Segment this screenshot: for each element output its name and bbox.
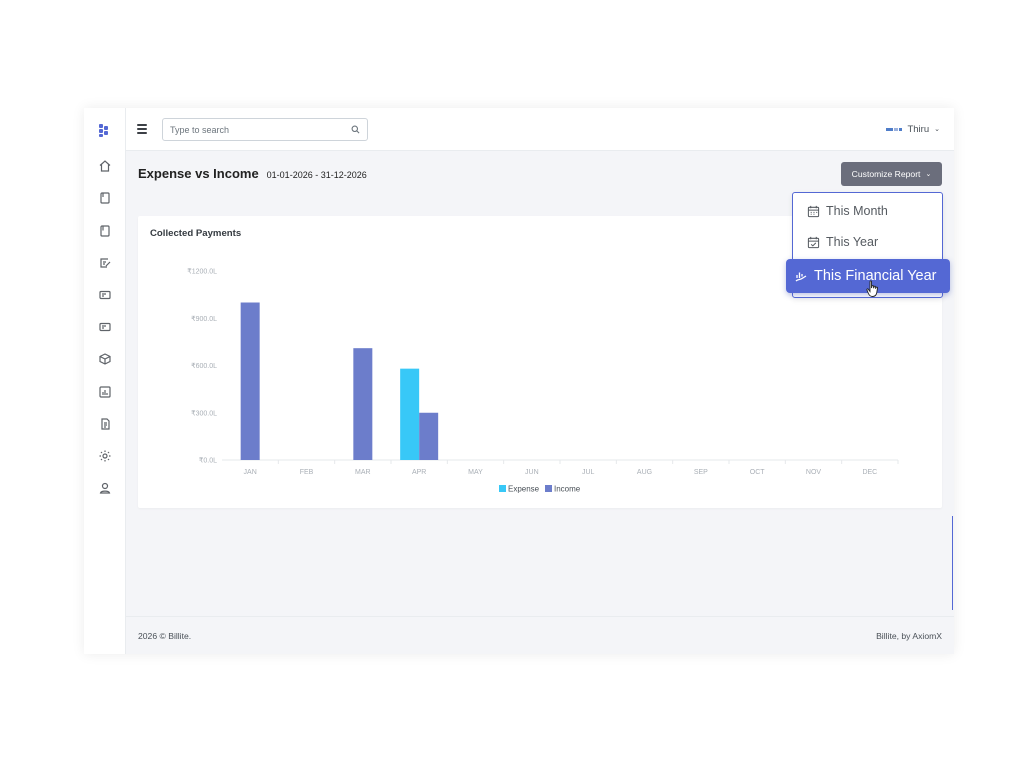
- y-tick-label: ₹300.0L: [191, 409, 217, 417]
- user-name: Thiru: [907, 123, 930, 135]
- bookmark-icon[interactable]: [98, 224, 112, 238]
- user-logo-icon: [886, 126, 903, 132]
- x-tick-label: JUL: [582, 469, 595, 476]
- search-icon[interactable]: [351, 125, 360, 134]
- x-tick-label: NOV: [806, 469, 822, 476]
- menu-toggle-icon[interactable]: [137, 124, 147, 134]
- edit-note-icon[interactable]: [98, 256, 112, 270]
- x-tick-label: DEC: [862, 469, 877, 476]
- calendar-icon: [807, 205, 820, 217]
- chevron-down-icon: ⌄: [925, 171, 932, 178]
- legend-label: Expense: [508, 485, 540, 494]
- chevron-down-icon: ⌄: [934, 126, 940, 133]
- user-icon[interactable]: [98, 481, 112, 495]
- footer: 2026 © Billite. Billite, by AxiomX: [126, 616, 954, 654]
- hand-cursor-icon: [866, 280, 878, 297]
- app-window: Thiru ⌄ Expense vs Income 01-01-2026 - 3…: [84, 108, 954, 654]
- card-icon[interactable]: [98, 288, 112, 302]
- search-box[interactable]: [162, 118, 368, 141]
- x-tick-label: MAR: [355, 469, 371, 476]
- x-tick-label: APR: [412, 469, 426, 476]
- search-input[interactable]: [163, 119, 343, 140]
- customize-report-label: Customize Report: [851, 169, 921, 179]
- app-logo[interactable]: [99, 124, 111, 137]
- book-icon[interactable]: [98, 191, 112, 205]
- x-tick-label: OCT: [750, 469, 766, 476]
- customize-report-button[interactable]: Customize Report ⌄: [841, 162, 942, 186]
- x-tick-label: AUG: [637, 469, 652, 476]
- bar-expense: [400, 368, 420, 460]
- y-tick-label: ₹1200.0L: [187, 268, 217, 276]
- dropdown-item-this-year[interactable]: This Year: [807, 235, 878, 249]
- box-icon[interactable]: [98, 352, 112, 366]
- dropdown-item-this-month[interactable]: This Month: [807, 204, 888, 218]
- x-tick-label: FEB: [300, 469, 314, 476]
- chart-icon[interactable]: [98, 385, 112, 399]
- bar-income: [353, 348, 373, 460]
- chart-hand-icon: [795, 272, 807, 282]
- bar-income: [419, 412, 439, 460]
- dropdown-item-label: This Year: [826, 235, 879, 249]
- y-tick-label: ₹600.0L: [191, 362, 217, 370]
- topbar: Thiru ⌄: [126, 108, 954, 151]
- page-header: Expense vs Income 01-01-2026 - 31-12-202…: [138, 166, 367, 181]
- bar-income: [240, 302, 260, 460]
- calendar-check-icon: [807, 236, 820, 248]
- user-menu[interactable]: Thiru ⌄: [886, 122, 940, 136]
- y-tick-label: ₹0.0L: [199, 457, 217, 465]
- legend-swatch: [499, 485, 506, 492]
- x-tick-label: MAY: [468, 469, 483, 476]
- date-range: 01-01-2026 - 31-12-2026: [266, 170, 367, 180]
- scrollbar[interactable]: [952, 516, 953, 610]
- card-alt-icon[interactable]: [98, 320, 112, 334]
- document-icon[interactable]: [98, 417, 112, 431]
- y-tick-label: ₹900.0L: [191, 315, 217, 323]
- sidebar: [84, 108, 126, 654]
- legend-label: Income: [554, 485, 581, 494]
- page-title: Expense vs Income: [138, 166, 259, 181]
- gear-icon[interactable]: [98, 449, 112, 463]
- footer-credit: Billite, by AxiomX: [876, 631, 942, 641]
- x-tick-label: JUN: [525, 469, 539, 476]
- home-icon[interactable]: [98, 159, 112, 173]
- footer-copyright: 2026 © Billite.: [138, 631, 192, 641]
- x-tick-label: SEP: [694, 469, 708, 476]
- legend-swatch: [545, 485, 552, 492]
- x-tick-label: JAN: [244, 469, 257, 476]
- dropdown-item-label: This Month: [826, 204, 888, 218]
